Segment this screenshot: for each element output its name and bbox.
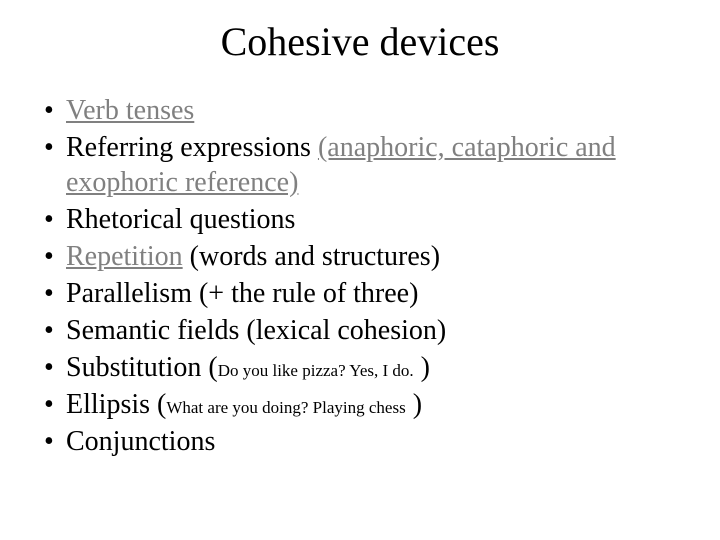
list-item: •Referring expressions (anaphoric, catap… xyxy=(44,130,690,200)
item-text: Semantic fields (lexical cohesion) xyxy=(66,315,446,346)
bullet-icon: • xyxy=(44,350,66,385)
list-item: •Ellipsis (What are you doing? Playing c… xyxy=(44,387,690,422)
link-repetition[interactable]: Repetition xyxy=(66,241,183,272)
example-text: Do you like pizza? Yes, I do. xyxy=(218,361,414,380)
bullet-icon: • xyxy=(44,313,66,348)
list-item: •Parallelism (+ the rule of three) xyxy=(44,276,690,311)
bullet-icon: • xyxy=(44,387,66,422)
item-text: Conjunctions xyxy=(66,426,215,457)
item-text: ) xyxy=(406,389,422,420)
list-item: •Substitution (Do you like pizza? Yes, I… xyxy=(44,350,690,385)
slide: Cohesive devices •Verb tenses •Referring… xyxy=(0,0,720,540)
bullet-list: •Verb tenses •Referring expressions (ana… xyxy=(0,93,720,459)
item-text: Substitution ( xyxy=(66,352,218,383)
bullet-icon: • xyxy=(44,239,66,274)
link-verb-tenses[interactable]: Verb tenses xyxy=(66,95,194,126)
bullet-icon: • xyxy=(44,276,66,311)
item-text: Referring expressions xyxy=(66,132,318,163)
item-text: (words and structures) xyxy=(183,241,440,272)
bullet-icon: • xyxy=(44,93,66,128)
list-item: •Repetition (words and structures) xyxy=(44,239,690,274)
item-text: Rhetorical questions xyxy=(66,204,295,235)
list-item: •Conjunctions xyxy=(44,424,690,459)
bullet-icon: • xyxy=(44,424,66,459)
list-item: •Verb tenses xyxy=(44,93,690,128)
list-item: •Rhetorical questions xyxy=(44,202,690,237)
example-text: What are you doing? Playing chess xyxy=(166,398,405,417)
list-item: •Semantic fields (lexical cohesion) xyxy=(44,313,690,348)
item-text: ) xyxy=(414,352,430,383)
item-text: Ellipsis ( xyxy=(66,389,166,420)
slide-title: Cohesive devices xyxy=(0,18,720,65)
item-text: Parallelism (+ the rule of three) xyxy=(66,278,418,309)
bullet-icon: • xyxy=(44,202,66,237)
bullet-icon: • xyxy=(44,130,66,165)
